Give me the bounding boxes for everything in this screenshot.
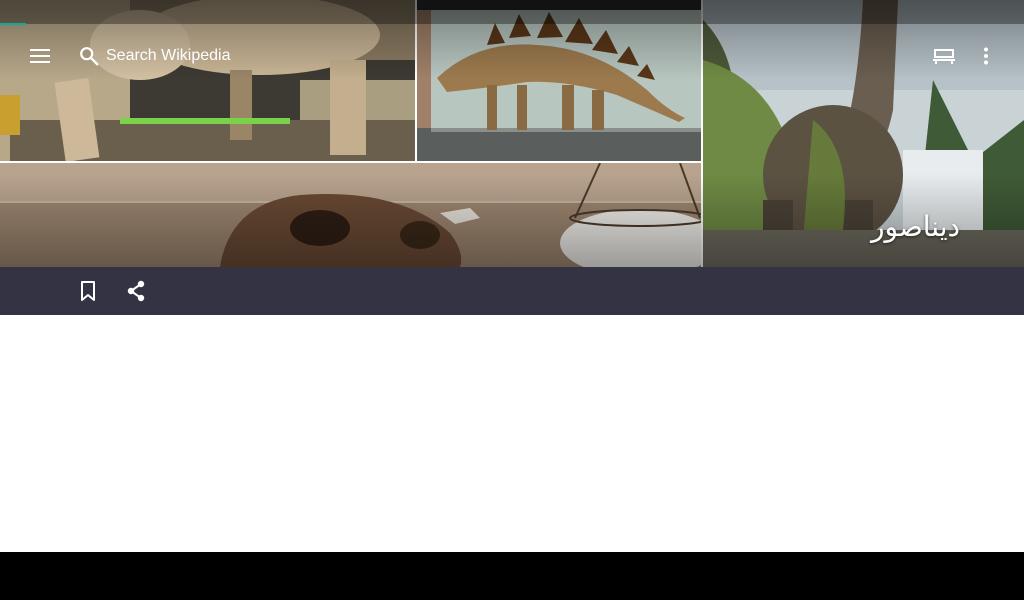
- lead-image-tile-skull: [0, 163, 701, 267]
- article-title: ديناصور: [870, 210, 960, 243]
- search-placeholder: Search Wikipedia: [106, 47, 231, 64]
- app-toolbar: Search Wikipedia: [0, 24, 1024, 88]
- article-action-bar: [0, 267, 1024, 315]
- load-progress-bar: [0, 23, 26, 25]
- reading-lists-button[interactable]: [924, 36, 964, 76]
- bookmark-button[interactable]: [68, 271, 108, 311]
- article-content-area: [0, 315, 1024, 552]
- reading-lists-icon: [933, 49, 955, 64]
- more-vert-icon: [984, 47, 988, 65]
- menu-icon: [30, 49, 50, 63]
- share-icon: [127, 280, 145, 302]
- bookmark-icon: [81, 281, 95, 301]
- menu-button[interactable]: [20, 36, 60, 76]
- share-button[interactable]: [116, 271, 156, 311]
- more-options-button[interactable]: [966, 36, 1006, 76]
- search-bar[interactable]: Search Wikipedia: [78, 36, 231, 76]
- app-screen: Search Wikipedia ديناصور: [0, 0, 1024, 552]
- status-bar: [0, 0, 1024, 24]
- search-icon: [80, 47, 99, 66]
- system-navigation-bar: [0, 552, 1024, 600]
